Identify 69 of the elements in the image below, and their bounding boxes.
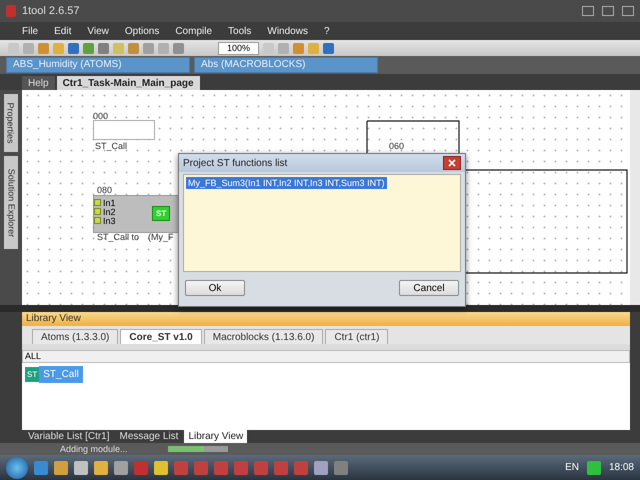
taskbar-app-icon[interactable]	[54, 460, 68, 474]
menu-item[interactable]: Windows	[267, 26, 308, 36]
toolbar-icon[interactable]	[128, 42, 139, 54]
pin-label: In2	[103, 206, 116, 216]
side-panel-tab[interactable]: Properties	[4, 94, 18, 152]
block-caption: ST_Call to	[97, 232, 140, 242]
toolbar-icon[interactable]	[323, 42, 334, 54]
document-tab[interactable]: Ctr1_Task-Main_Main_page	[56, 76, 200, 90]
toolbar-icon[interactable]	[143, 42, 154, 54]
block-number: 080	[97, 185, 112, 195]
menu-item[interactable]: Edit	[54, 26, 72, 36]
taskbar-app-icon[interactable]	[94, 460, 108, 474]
taskbar-app-icon[interactable]	[154, 460, 168, 474]
taskbar-app-icon[interactable]	[114, 460, 128, 474]
status-text: Adding module...	[60, 444, 128, 454]
tray-icon[interactable]	[586, 460, 601, 474]
toolbar-icon[interactable]	[83, 42, 94, 54]
block-number: 000	[93, 111, 108, 121]
function-list-item[interactable]: My_FB_Sum3(In1 INT,In2 INT,In3 INT,Sum3 INT)	[186, 177, 387, 189]
dialog-title: Project ST functions list	[183, 158, 288, 168]
close-button[interactable]	[443, 156, 461, 170]
clock: 18:08	[608, 462, 634, 473]
window-title: 1tool 2.6.57	[22, 5, 80, 17]
input-pin-icon[interactable]	[94, 208, 101, 215]
input-pin-icon[interactable]	[94, 199, 101, 206]
menu-item[interactable]: View	[87, 26, 109, 36]
dialog-button[interactable]: Cancel	[399, 280, 459, 296]
menu-item[interactable]: Tools	[228, 26, 252, 36]
language-indicator[interactable]: EN	[565, 462, 579, 473]
library-tab[interactable]: Macroblocks (1.13.6.0)	[204, 329, 324, 344]
panel-title: Library View	[22, 312, 630, 326]
panel-tab[interactable]: Message List	[116, 430, 182, 443]
side-panel-tab[interactable]: Solution Explorer	[4, 156, 18, 249]
toolbar-icon[interactable]	[173, 42, 184, 54]
toolbar-icon[interactable]	[293, 42, 304, 54]
taskbar-app-icon[interactable]	[334, 460, 348, 474]
library-tab[interactable]: Ctr1 (ctr1)	[325, 329, 388, 344]
toolbar-icon[interactable]	[98, 42, 109, 54]
panel-tab[interactable]: Library View	[184, 430, 248, 443]
input-pin-icon[interactable]	[94, 217, 101, 224]
pin-label: In1	[103, 198, 116, 208]
dialog-button[interactable]: Ok	[185, 280, 245, 296]
library-tab[interactable]: Atoms (1.3.3.0)	[32, 329, 118, 344]
library-tab[interactable]: Core_ST v1.0	[120, 329, 202, 344]
toolbar-icon[interactable]	[158, 42, 169, 54]
start-button[interactable]	[6, 456, 28, 478]
toolbar-icon[interactable]	[38, 42, 49, 54]
menu-item[interactable]: ?	[324, 26, 330, 36]
toolbar-icon[interactable]	[23, 42, 34, 54]
menu-item[interactable]: Options	[124, 26, 160, 36]
block-caption: ST_Call	[95, 141, 128, 151]
panel-tab[interactable]: Variable List [Ctr1]	[24, 430, 114, 443]
document-tab[interactable]: Help	[22, 76, 55, 90]
taskbar-app-icon[interactable]	[74, 460, 88, 474]
taskbar-app-icon[interactable]	[314, 460, 328, 474]
pin-label: In3	[103, 216, 116, 226]
empty-block[interactable]	[93, 120, 155, 140]
zoom-field[interactable]: 100%	[218, 42, 260, 54]
menu-item[interactable]: File	[22, 26, 38, 36]
app-logo-icon	[6, 5, 16, 17]
toolbar-icon[interactable]	[68, 42, 79, 54]
block-number: 060	[389, 141, 404, 151]
block-caption: (My_F	[148, 232, 174, 242]
toolbar-icon[interactable]	[278, 42, 290, 54]
st-badge: ST	[152, 206, 170, 221]
taskbar-app-icon[interactable]	[34, 460, 48, 474]
menu-item[interactable]: Compile	[175, 26, 212, 36]
scrollbar[interactable]	[630, 90, 640, 305]
filter-dropdown[interactable]: ALL	[22, 350, 630, 363]
